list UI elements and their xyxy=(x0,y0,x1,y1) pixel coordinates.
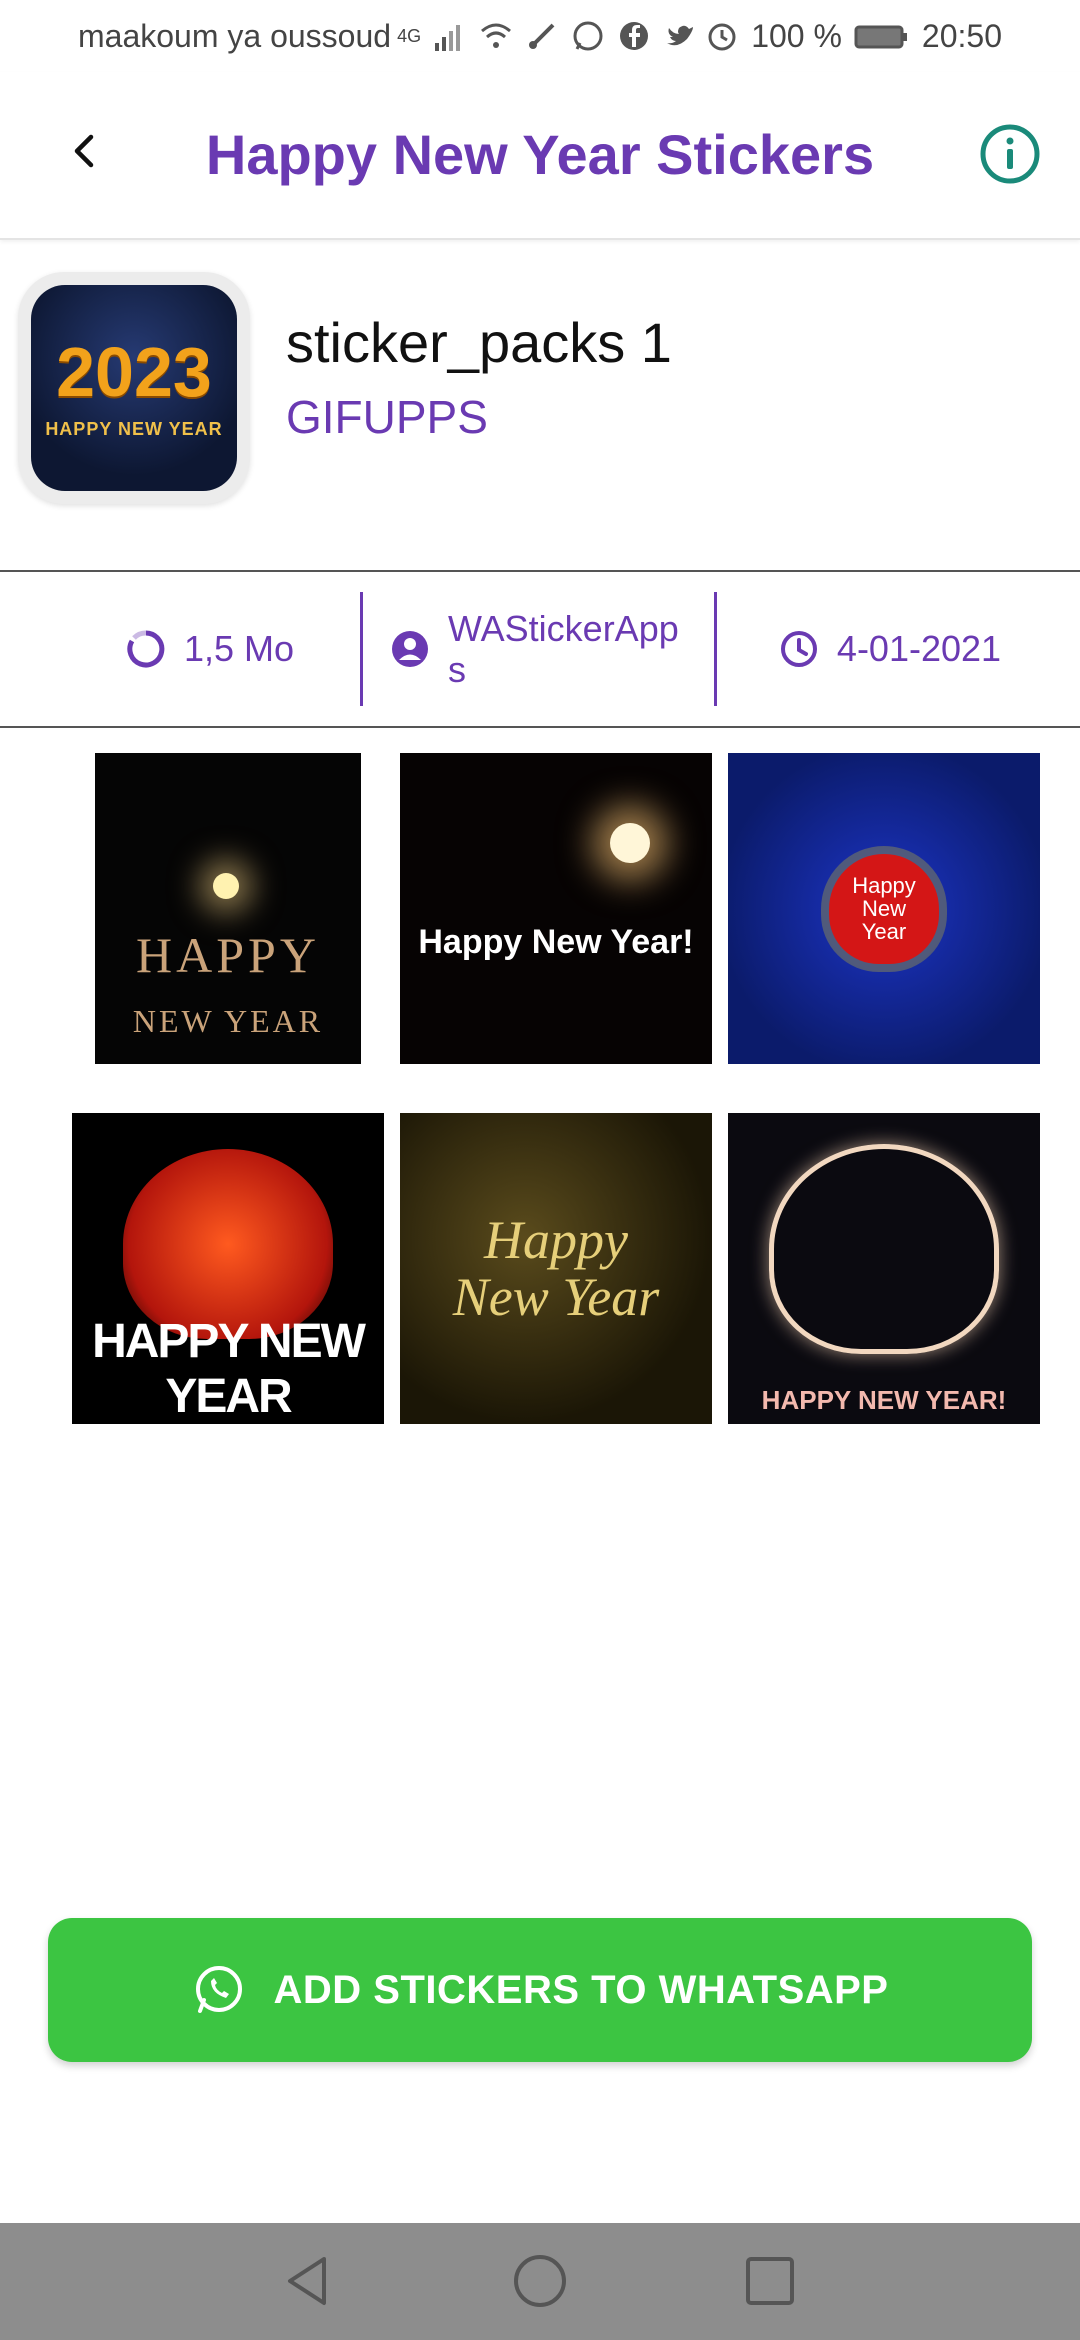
sticker-5-line-2: New Year xyxy=(452,1266,660,1327)
info-divider xyxy=(714,592,717,706)
add-button-label: ADD STICKERS TO WHATSAPP xyxy=(273,1967,889,2012)
app-bar: Happy New Year Stickers xyxy=(0,72,1080,240)
pack-date: 4-01-2021 xyxy=(740,572,1040,726)
sticker-3-line-1: Happy xyxy=(852,872,916,898)
whatsapp-status-icon xyxy=(571,19,605,53)
sticker-1[interactable]: HAPPY NEW YEAR xyxy=(95,753,361,1064)
clock: 20:50 xyxy=(921,17,1002,54)
system-nav-bar xyxy=(0,2223,1080,2340)
battery-icon xyxy=(854,19,910,53)
info-divider xyxy=(360,592,363,706)
sticker-4-heart xyxy=(123,1148,333,1339)
pack-header: 2023 HAPPY NEW YEAR sticker_packs 1 GIFU… xyxy=(0,240,1080,570)
link-icon xyxy=(525,19,559,53)
sticker-4[interactable]: HAPPY NEW YEAR xyxy=(72,1113,384,1424)
sticker-2-caption: Happy New Year! xyxy=(418,923,694,961)
info-icon xyxy=(980,124,1040,184)
status-bar: maakoum ya oussoud 4G 100 % 20:50 xyxy=(0,0,1080,72)
battery-percent: 100 % xyxy=(751,17,842,54)
facebook-icon xyxy=(617,19,651,53)
sticker-6[interactable]: HAPPY NEW YEAR! xyxy=(728,1113,1040,1424)
sticker-6-heart xyxy=(769,1143,999,1354)
sticker-5[interactable]: Happy New Year xyxy=(400,1113,712,1424)
pack-icon-image: 2023 HAPPY NEW YEAR xyxy=(31,285,237,491)
sticker-5-text: Happy New Year xyxy=(452,1209,660,1327)
author-line-1: WAStickerApp xyxy=(448,607,679,649)
info-button[interactable] xyxy=(978,122,1042,186)
pack-icon-caption: HAPPY NEW YEAR xyxy=(45,418,223,439)
pack-icon-year: 2023 xyxy=(56,332,212,411)
pack-tray-icon: 2023 HAPPY NEW YEAR xyxy=(18,272,250,504)
network-type: 4G xyxy=(397,25,422,46)
sticker-3-heart: Happy New Year xyxy=(829,853,939,964)
nav-back-icon xyxy=(288,2257,326,2305)
sticker-4-caption: HAPPY NEW YEAR xyxy=(92,1315,366,1423)
nav-home-icon xyxy=(514,2255,566,2307)
status-right: 100 % 20:50 xyxy=(705,18,1002,55)
sticker-3-line-2: New xyxy=(861,895,906,921)
pack-size-value: 1,5 Mo xyxy=(183,628,295,670)
pack-publisher: GIFUPPS xyxy=(286,391,488,443)
sticker-5-line-1: Happy xyxy=(484,1209,628,1270)
pack-author-value: WAStickerApp s xyxy=(448,608,679,691)
whatsapp-icon xyxy=(195,1966,242,2013)
sticker-3-line-3: Year xyxy=(861,919,907,945)
pack-info-strip: 1,5 Mo WAStickerApp s 4-01-2021 xyxy=(0,570,1080,728)
nav-home-button[interactable] xyxy=(510,2251,570,2311)
author-line-2: s xyxy=(448,649,466,690)
nav-recents-button[interactable] xyxy=(740,2251,800,2311)
status-left: maakoum ya oussoud 4G xyxy=(78,18,697,55)
wifi-icon xyxy=(479,19,513,53)
sticker-1-line-1: HAPPY xyxy=(136,927,320,983)
pack-author: WAStickerApp s xyxy=(380,572,710,726)
account-icon xyxy=(392,631,428,667)
signal-icon xyxy=(433,19,467,53)
sticker-6-caption: HAPPY NEW YEAR! xyxy=(761,1385,1007,1415)
nav-back-button[interactable] xyxy=(278,2251,338,2311)
alarm-icon xyxy=(705,19,739,53)
page-title: Happy New Year Stickers xyxy=(205,123,875,186)
size-icon xyxy=(127,630,165,668)
sticker-1-line-2: NEW YEAR xyxy=(132,1003,324,1039)
twitter-icon xyxy=(663,19,697,53)
pack-name: sticker_packs 1 xyxy=(286,311,672,374)
pack-size: 1,5 Mo xyxy=(60,572,360,726)
nav-recents-icon xyxy=(746,2257,794,2305)
pack-date-value: 4-01-2021 xyxy=(836,628,1002,670)
add-to-whatsapp-button[interactable]: ADD STICKERS TO WHATSAPP xyxy=(48,1918,1032,2062)
sticker-2[interactable]: Happy New Year! xyxy=(400,753,712,1064)
sticker-3[interactable]: Happy New Year xyxy=(728,753,1040,1064)
clock-icon xyxy=(780,631,817,667)
carrier-name: maakoum ya oussoud xyxy=(78,17,392,54)
